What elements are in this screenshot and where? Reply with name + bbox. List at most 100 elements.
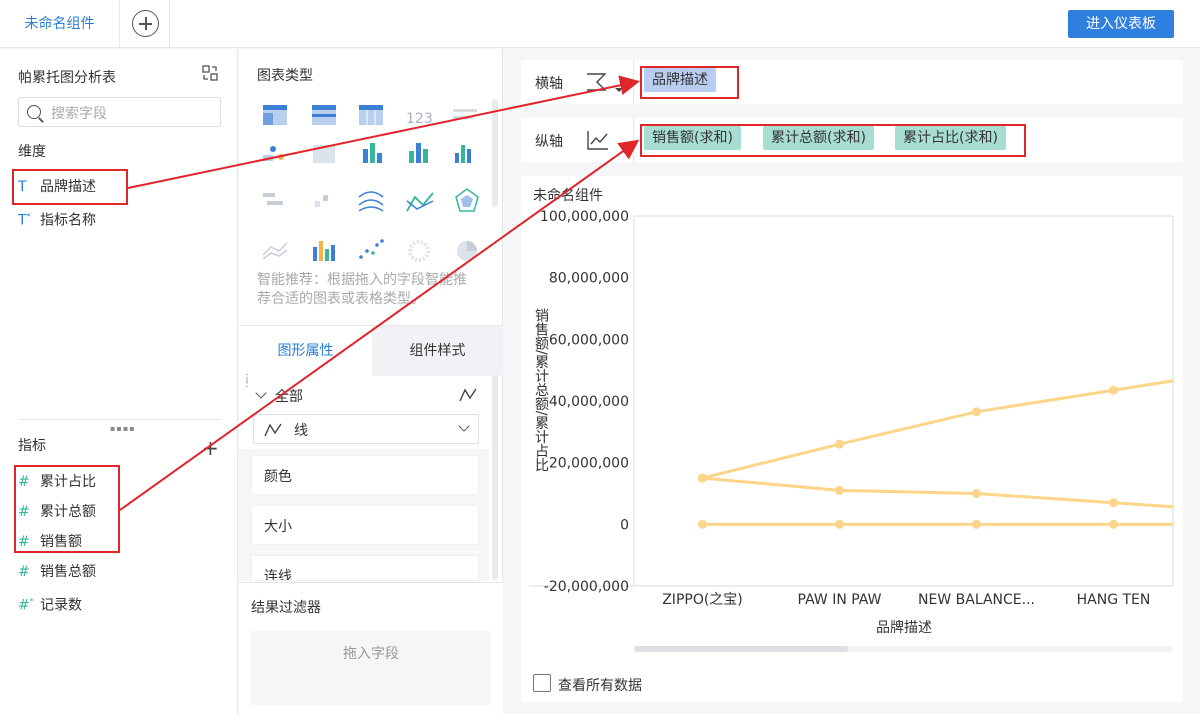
data-point — [835, 485, 844, 495]
kpi-icon[interactable]: 123 — [406, 111, 433, 127]
highlight-box-dimension — [12, 169, 128, 205]
text-type-icon: T* — [18, 212, 31, 229]
field-panel: 帕累托图分析表 搜索字段 维度 T 品牌描述 T* 指标名称 ▪▪▪▪ 指标 + #… — [0, 49, 238, 714]
measure-item-record-count[interactable]: #* 记录数 — [18, 588, 82, 616]
search-field-input[interactable]: 搜索字段 — [18, 97, 221, 127]
bar-icon[interactable] — [455, 145, 471, 163]
dimension-item-metric-name[interactable]: T* 指标名称 — [18, 203, 96, 231]
radar-icon[interactable] — [455, 188, 479, 212]
dataset-title: 帕累托图分析表 — [18, 70, 116, 86]
result-filter: 结果过滤器 拖入字段 — [239, 582, 503, 714]
chart-type-title: 图表类型 — [257, 68, 313, 84]
series-line — [702, 379, 1174, 480]
grouped-bar-icon[interactable] — [409, 143, 428, 163]
prop-size[interactable]: 大小 — [251, 505, 479, 545]
gantt-icon[interactable] — [263, 193, 283, 205]
chevron-down-icon — [255, 387, 267, 399]
bubble-icon[interactable] — [408, 240, 430, 262]
x-tick-label: HANG TEN — [1077, 592, 1151, 608]
y-axis-title: 销售额/累计总额/累计占比 — [533, 308, 549, 472]
add-measure-icon[interactable]: + — [202, 436, 219, 460]
search-icon — [27, 105, 41, 119]
x-axis-row: 横轴 品牌描述 — [521, 60, 1183, 104]
map-icon[interactable] — [263, 146, 284, 161]
stacked-bar-icon[interactable] — [363, 143, 382, 163]
view-all-label: 查看所有数据 — [558, 678, 642, 694]
data-point — [972, 489, 981, 498]
heat-map-icon[interactable] — [313, 145, 335, 163]
data-point — [972, 519, 981, 529]
y-tick-label: 100,000,000 — [540, 209, 629, 225]
plot-area — [633, 215, 1174, 587]
table-icon[interactable] — [263, 105, 287, 125]
y-tick-label: 0 — [620, 517, 629, 533]
data-point — [835, 519, 844, 529]
area-icon[interactable] — [262, 242, 288, 260]
all-series-row[interactable]: 全部 — [253, 385, 483, 407]
chart-scroll-thumb — [634, 646, 848, 652]
plus-icon — [132, 10, 159, 37]
prop-connect-line[interactable]: 连线 — [251, 555, 479, 581]
y-tick-label: 80,000,000 — [549, 271, 629, 287]
cross-table-icon[interactable] — [312, 105, 336, 125]
resize-handle[interactable]: ▪▪▪▪ — [110, 424, 136, 433]
line-chart-icon[interactable] — [587, 130, 609, 150]
dimension-label: 维度 — [18, 144, 46, 160]
line-chart: 100,000,000 80,000,000 60,000,000 40,000,00… — [529, 209, 1174, 652]
enter-dashboard-button[interactable]: 进入仪表板 — [1068, 10, 1174, 38]
x-tick-label: ZIPPO(之宝) — [662, 592, 743, 608]
y-tick-label: 40,000,000 — [549, 394, 629, 410]
divider — [18, 419, 221, 420]
divider — [633, 60, 634, 104]
x-tick-label: NEW BALANCE... — [918, 592, 1035, 608]
add-tab-button[interactable] — [120, 0, 170, 48]
chart-config-panel: 图表类型 123 智能推荐：根据拖入的字段智能推荐合适的图表或表格类型。 图形属… — [239, 49, 503, 714]
number-type-icon: # — [18, 564, 30, 580]
tab-component-style[interactable]: 组件样式 — [372, 326, 503, 376]
line-type-icon — [264, 423, 282, 437]
chart-shape-select[interactable]: 线 — [253, 414, 479, 444]
text-icon[interactable] — [453, 109, 477, 119]
multi-line-icon[interactable] — [358, 191, 384, 212]
data-point — [1109, 498, 1118, 508]
highlight-box-measures — [14, 465, 120, 553]
chart-type-grid: 123 — [262, 105, 479, 262]
data-point — [698, 519, 707, 529]
drag-handle-icon[interactable]: ⋮ ⋮ — [242, 374, 252, 389]
pie-icon[interactable] — [457, 241, 477, 261]
detail-table-icon[interactable] — [359, 105, 383, 125]
switch-dataset-icon[interactable] — [202, 65, 218, 81]
view-all-checkbox[interactable] — [533, 674, 551, 692]
y-tick-label: 20,000,000 — [549, 456, 629, 472]
highlight-box-y-axis — [640, 124, 1026, 157]
number-type-icon: #* — [18, 597, 34, 614]
tab-shape-properties[interactable]: 图形属性 — [239, 326, 372, 376]
scatter-icon[interactable] — [359, 239, 384, 259]
tab-component[interactable]: 未命名组件 — [0, 0, 120, 48]
x-axis-title: 品牌描述 — [876, 619, 932, 636]
chart-type-scrollbar[interactable] — [492, 99, 498, 207]
waterfall-icon[interactable] — [315, 195, 328, 207]
x-tick-label: PAW IN PAW — [798, 592, 882, 608]
data-point — [1109, 385, 1118, 395]
data-point — [698, 473, 707, 483]
data-point — [835, 439, 844, 449]
filter-drop-zone[interactable]: 拖入字段 — [251, 631, 491, 705]
y-axis-label: 纵轴 — [535, 134, 563, 150]
measure-item-sales-total[interactable]: # 销售总额 — [18, 558, 96, 586]
svg-text:123: 123 — [406, 111, 433, 127]
combo-bar-icon[interactable] — [313, 241, 335, 261]
series-line — [702, 476, 1174, 509]
sort-icon[interactable] — [585, 72, 625, 94]
smart-recommend-hint: 智能推荐：根据拖入的字段智能推荐合适的图表或表格类型。 — [257, 272, 467, 307]
property-tabs: 图形属性 组件样式 — [239, 325, 503, 376]
chevron-down-icon — [458, 420, 470, 432]
chart-card: 未命名组件 100,000,000 80,000,000 60,000,000 40,… — [521, 176, 1183, 702]
line-chart-icon[interactable] — [406, 192, 434, 212]
property-scrollbar[interactable] — [492, 375, 498, 580]
result-filter-title: 结果过滤器 — [251, 600, 321, 616]
highlight-box-x-axis — [640, 66, 739, 99]
divider — [633, 118, 634, 162]
prop-color[interactable]: 颜色 — [251, 455, 479, 495]
data-point — [1109, 519, 1118, 529]
